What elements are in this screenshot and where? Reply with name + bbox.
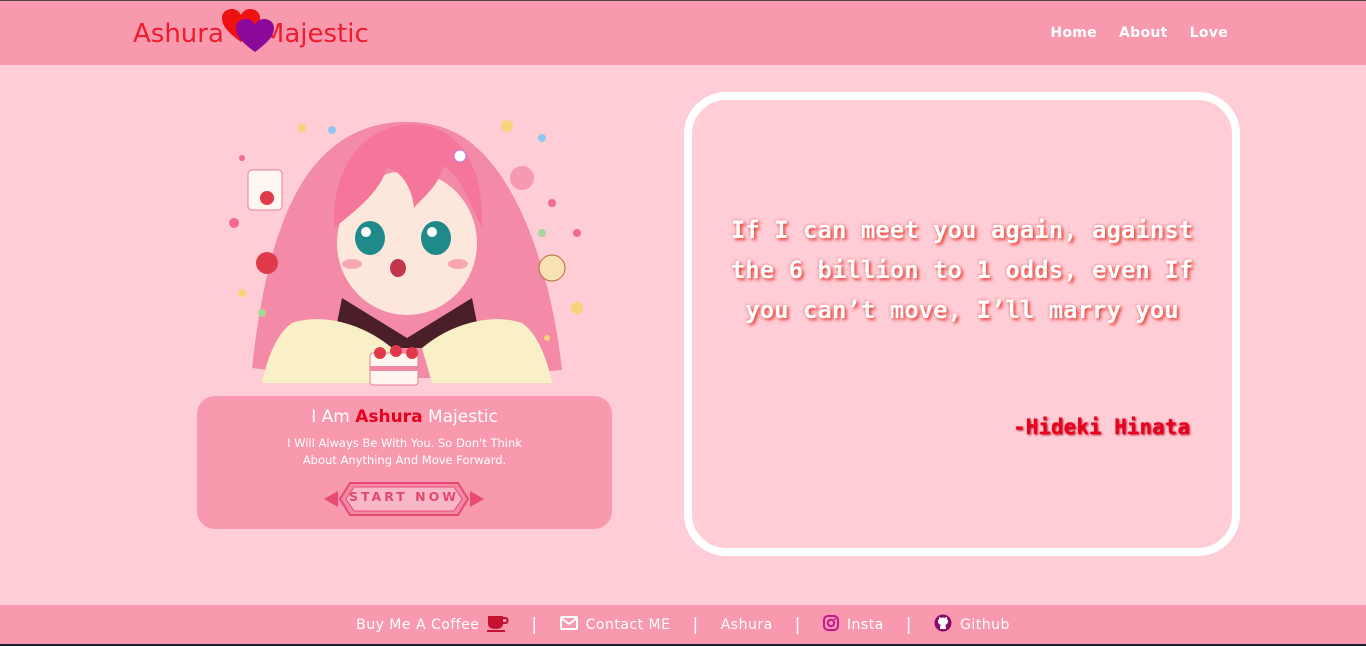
footer-ashura[interactable]: Ashura: [721, 617, 773, 633]
intro-tagline: I Will Always Be With You. So Don't Thin…: [287, 436, 522, 467]
footer-separator: |: [794, 614, 801, 635]
nav-home[interactable]: Home: [1050, 25, 1097, 41]
footer-contact-label: Contact ME: [585, 616, 671, 633]
footer-bar: Buy Me A Coffee | Contact ME | Ashura |: [0, 605, 1366, 646]
footer-buy-coffee[interactable]: Buy Me A Coffee: [356, 614, 509, 636]
quote-text: If I can meet you again, against the 6 b…: [730, 216, 1194, 324]
coffee-cup-icon: [487, 614, 509, 636]
brand-logo[interactable]: Ashura Majestic: [133, 9, 369, 53]
intro-suffix: Majestic: [427, 407, 498, 427]
footer-separator: |: [692, 614, 699, 635]
github-icon: [934, 614, 952, 636]
nav-about[interactable]: About: [1119, 25, 1168, 41]
intro-name: Ashura: [355, 407, 423, 427]
footer-separator: |: [531, 614, 538, 635]
top-navbar: Ashura Majestic Home About Love: [0, 0, 1366, 65]
footer-insta[interactable]: Insta: [822, 614, 884, 635]
footer-github[interactable]: Github: [934, 614, 1010, 636]
intro-heading: I Am Ashura Majestic: [197, 407, 612, 427]
start-now-label: START NOW: [348, 489, 460, 504]
footer-ashura-label: Ashura: [720, 616, 773, 633]
start-now-button[interactable]: START NOW: [322, 478, 486, 520]
intro-prefix: I Am: [311, 407, 350, 427]
nav-love[interactable]: Love: [1190, 25, 1228, 41]
footer-github-label: Github: [960, 616, 1010, 633]
anime-girl-illustration: [222, 108, 592, 393]
intro-card: I Am Ashura Majestic I Will Always Be Wi…: [197, 396, 612, 529]
brand-left-text: Ashura: [133, 19, 224, 49]
brand-right-text: Majestic: [261, 19, 369, 49]
footer-separator: |: [905, 614, 913, 635]
footer-coffee-label: Buy Me A Coffee: [356, 616, 480, 633]
hearts-logo-icon: [216, 9, 276, 53]
quote-author: -Hideki Hinata: [1012, 415, 1190, 439]
main-nav: Home About Love: [1050, 25, 1228, 41]
footer-insta-label: Insta: [846, 616, 884, 633]
footer-contact[interactable]: Contact ME: [559, 615, 671, 634]
quote-card: If I can meet you again, against the 6 b…: [684, 92, 1240, 556]
envelope-icon: [559, 615, 578, 634]
instagram-icon: [822, 614, 839, 635]
